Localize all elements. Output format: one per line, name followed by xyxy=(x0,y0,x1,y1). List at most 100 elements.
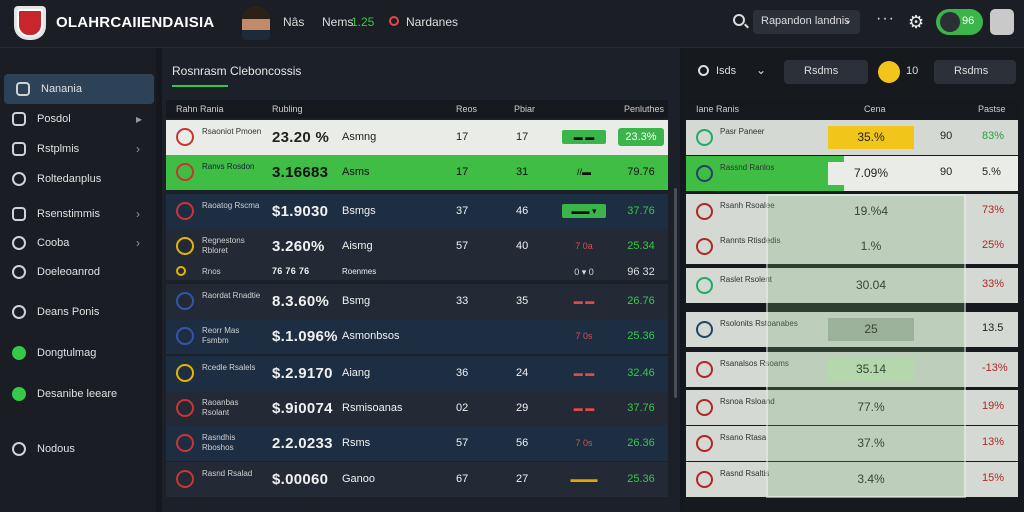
table-row[interactable]: Rasnd Rsalad $.00060 Ganoo 67 27 ▬▬▬ 25.36 xyxy=(166,462,668,497)
table-header: Iane Ranis Cena Pastse xyxy=(688,100,1020,118)
team-crest-icon xyxy=(696,165,713,182)
market-label: Asmonbsos xyxy=(342,330,400,342)
chevron-right-icon: ▸ xyxy=(136,112,143,126)
profile-button[interactable] xyxy=(990,9,1014,35)
chevron-right-icon: › xyxy=(136,236,140,250)
sidebar-item-10[interactable]: Nodous xyxy=(0,434,156,464)
scrollbar[interactable] xyxy=(674,188,677,398)
points-pill[interactable]: 96 xyxy=(936,9,983,35)
chevron-down-icon: ⌄ xyxy=(843,15,852,26)
green-circle-icon xyxy=(12,346,26,360)
sidebar-item-2[interactable]: Rstplmis › xyxy=(0,134,156,164)
percent-value: 33% xyxy=(982,278,1005,290)
score-value: 7.09% xyxy=(828,162,914,185)
table-row[interactable]: Reorr Mas Fsmbm $.1.096% Asmonbsos 7 0s 25.3… xyxy=(166,319,668,354)
table-row[interactable]: Regnestons Rbloret 3.260% Aismg 57 40 7 0a 25.… xyxy=(166,229,668,264)
more-icon[interactable]: ··· xyxy=(876,10,895,28)
club-logo[interactable] xyxy=(14,6,46,40)
flag-badge[interactable]: ▬ ▬ xyxy=(562,130,606,144)
column-header[interactable]: Iane Ranis xyxy=(696,104,739,114)
flag-badge[interactable]: ▬ ▬ xyxy=(562,294,606,308)
percentage-value: 2.2.0233 xyxy=(272,435,333,452)
filter-button[interactable]: Rsdms xyxy=(784,60,868,84)
flag-badge[interactable]: 7 0a xyxy=(562,239,606,253)
column-header[interactable]: Penluthes xyxy=(624,104,664,114)
stat-label: Nems xyxy=(322,15,354,29)
team-crest-icon xyxy=(176,399,194,417)
info-icon xyxy=(12,442,26,456)
sidebar-item-1[interactable]: Posdol ▸ xyxy=(0,104,156,134)
flag-badge[interactable]: //▬ xyxy=(562,165,606,179)
column-header[interactable]: Pastse xyxy=(978,104,1006,114)
team-name: Raoanbas Rsolant xyxy=(202,398,239,417)
flag-badge[interactable]: ▬▬▬ xyxy=(562,472,606,486)
sidebar-item-8[interactable]: Dongtulmag xyxy=(0,338,156,368)
sidebar-item-9[interactable]: Desanibe leeare xyxy=(0,379,156,409)
column-header[interactable]: Pbiar xyxy=(514,104,535,114)
stat-value: 17 xyxy=(456,166,469,178)
search-icon[interactable] xyxy=(698,65,709,76)
percent-value: 13% xyxy=(982,436,1005,448)
chevron-down-icon[interactable]: ⌄ xyxy=(756,63,766,77)
sidebar-item-5[interactable]: Cooba › xyxy=(0,228,156,258)
top-bar: OLAHRCAIIENDAISIA Nâs Nems 1.25 Nardanes… xyxy=(0,0,1024,48)
table-row[interactable]: Rnos 76 76 76 Roenmes 0 ▾ 0 96 32 xyxy=(166,264,668,280)
flag-badge[interactable]: 7 0s xyxy=(562,329,606,343)
table-header: Rahn Rania Rubling Reos Pbiar Penluthes xyxy=(166,100,668,118)
sidebar-item-label: Rstplmis xyxy=(37,143,80,155)
match-row[interactable]: Rassnd Ranlos 7.09% 90 5.% xyxy=(686,156,1018,191)
table-row[interactable]: Rcedle Rsalels $.2.9170 Aiang 36 24 ▬ ▬ 32.46 xyxy=(166,356,668,391)
match-row[interactable]: Pasr Paneer 35.% 90 83% xyxy=(686,120,1018,155)
filter-dropdown[interactable]: Rapandon landnis ⌄ xyxy=(753,10,860,34)
team-name: Rnos xyxy=(202,267,221,276)
stat-value: 24 xyxy=(516,367,529,379)
team-crest-icon xyxy=(176,163,194,181)
flag-badge[interactable]: 7 0s xyxy=(562,436,606,450)
table-row[interactable]: Raordat Rnadtie 8.3.60% Bsmg 33 35 ▬ ▬ 26.76 xyxy=(166,284,668,319)
sidebar-item-label: Posdol xyxy=(37,113,71,125)
sidebar-item-7[interactable]: Deans Ponis xyxy=(0,297,156,327)
flag-badge[interactable]: ▬▬ ▾ xyxy=(562,204,606,218)
search-icon[interactable] xyxy=(733,14,745,26)
team-name: Rassnd Ranlos xyxy=(720,163,775,172)
table-row[interactable]: Raoatog Rscma $1.9030 Bsmgs 37 46 ▬▬ ▾ 37.76 xyxy=(166,194,668,229)
sort-button[interactable]: Rsdms xyxy=(934,60,1016,84)
table-row[interactable]: Raoanbas Rsolant $.9i0074 Rsmisoanas 02 29 ▬ … xyxy=(166,391,668,426)
column-header[interactable]: Rubling xyxy=(272,104,303,114)
stat-value: 29 xyxy=(516,402,529,414)
team-crest-icon xyxy=(176,266,186,276)
flag-badge[interactable]: 0 ▾ 0 xyxy=(562,265,606,279)
stat-value: 27 xyxy=(516,473,529,485)
value-badge: 25.36 xyxy=(627,330,655,342)
gear-icon[interactable]: ⚙ xyxy=(908,12,924,33)
sidebar-item-6[interactable]: Doeleoanrod xyxy=(0,257,156,287)
percentage-value: $.1.096% xyxy=(272,328,338,345)
team-crest-icon xyxy=(696,238,713,255)
value-badge: 25.36 xyxy=(627,473,655,485)
table-row[interactable]: Rsaoniot Pmoen 23.20 % Asmng 17 17 ▬ ▬ 23.3% xyxy=(166,120,668,155)
team-name: Rasnd Rsalad xyxy=(202,469,253,478)
sidebar-item-3[interactable]: Roltedanplus xyxy=(0,164,156,194)
flag-badge[interactable]: ▬ ▬ xyxy=(562,401,606,415)
table-row[interactable]: Rasndhis Rboshos 2.2.0233 Rsms 57 56 7 0s 26.3… xyxy=(166,426,668,461)
team-crest-icon xyxy=(176,470,194,488)
column-header[interactable]: Rahn Rania xyxy=(176,104,224,114)
face-icon xyxy=(12,265,26,279)
sidebar-item-0[interactable]: Nanania xyxy=(4,74,154,104)
sidebar-item-label: Roltedanplus xyxy=(37,173,102,185)
value-badge: 37.76 xyxy=(627,205,655,217)
coin-icon[interactable] xyxy=(878,61,900,83)
status-text: Nardanes xyxy=(406,15,459,29)
column-header[interactable]: Cena xyxy=(864,104,886,114)
avatar[interactable] xyxy=(242,6,270,40)
sidebar-item-4[interactable]: Rsenstimmis › xyxy=(0,199,156,229)
sidebar-item-label: Cooba xyxy=(37,237,70,249)
sidebar-item-label: Deans Ponis xyxy=(37,306,100,318)
market-label: Aismg xyxy=(342,240,373,252)
user-name: Nâs xyxy=(283,15,305,29)
search-label[interactable]: Isds xyxy=(716,65,736,77)
percent-value: 5.% xyxy=(982,166,1001,178)
flag-badge[interactable]: ▬ ▬ xyxy=(562,366,606,380)
column-header[interactable]: Reos xyxy=(456,104,477,114)
table-row[interactable]: Ranvs Rosdon 3.16683 Asms 17 31 //▬ 79.76 xyxy=(166,155,668,190)
